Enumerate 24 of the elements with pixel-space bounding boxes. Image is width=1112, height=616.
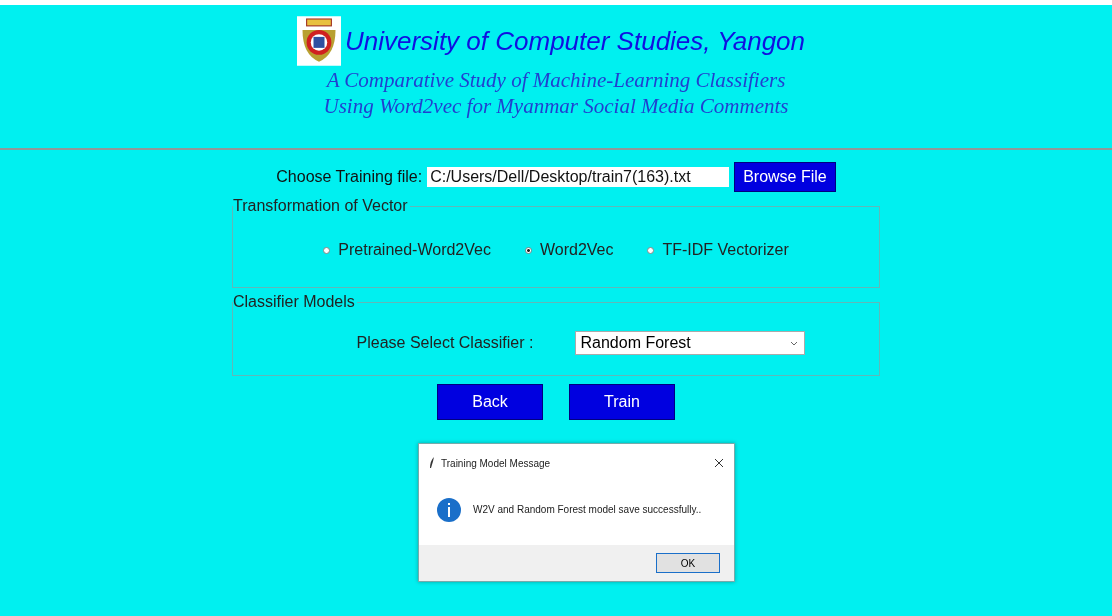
radio-icon[interactable] bbox=[323, 246, 331, 254]
browse-file-button[interactable]: Browse File bbox=[734, 162, 836, 192]
feather-icon bbox=[429, 457, 435, 469]
action-button[interactable]: Back bbox=[437, 384, 543, 420]
chevron-down-icon[interactable] bbox=[790, 340, 799, 346]
radio-option[interactable]: TF-IDF Vectorizer bbox=[647, 241, 789, 259]
close-icon[interactable] bbox=[714, 458, 724, 468]
radio-icon[interactable] bbox=[524, 246, 532, 254]
info-icon bbox=[437, 497, 461, 522]
project-subtitle: Using Word2vec for Myanmar Social Media Comments bbox=[323, 93, 789, 119]
radio-option[interactable]: Word2Vec bbox=[524, 241, 614, 259]
action-button[interactable]: Train bbox=[569, 384, 675, 420]
file-path-field[interactable]: C:/Users/Dell/Desktop/train7(163).txt bbox=[427, 167, 730, 187]
crest-logo bbox=[296, 15, 341, 67]
dialog-title: Training Model Message bbox=[441, 457, 551, 469]
file-label: Choose Training file: bbox=[276, 168, 423, 186]
radio-icon[interactable] bbox=[647, 246, 655, 254]
radio-option[interactable]: Pretrained-Word2Vec bbox=[323, 241, 491, 259]
dialog-message: W2V and Random Forest model save successfully.. bbox=[473, 504, 702, 515]
classifier-dropdown[interactable]: Random Forest bbox=[575, 331, 806, 355]
ok-button[interactable]: OK bbox=[656, 553, 720, 573]
classifier-label: Please Select Classifier : bbox=[356, 334, 534, 352]
project-subtitle: A Comparative Study of Machine-Learning Classifiers bbox=[326, 67, 786, 93]
university-title: University of Computer Studies, Yangon bbox=[344, 25, 806, 57]
